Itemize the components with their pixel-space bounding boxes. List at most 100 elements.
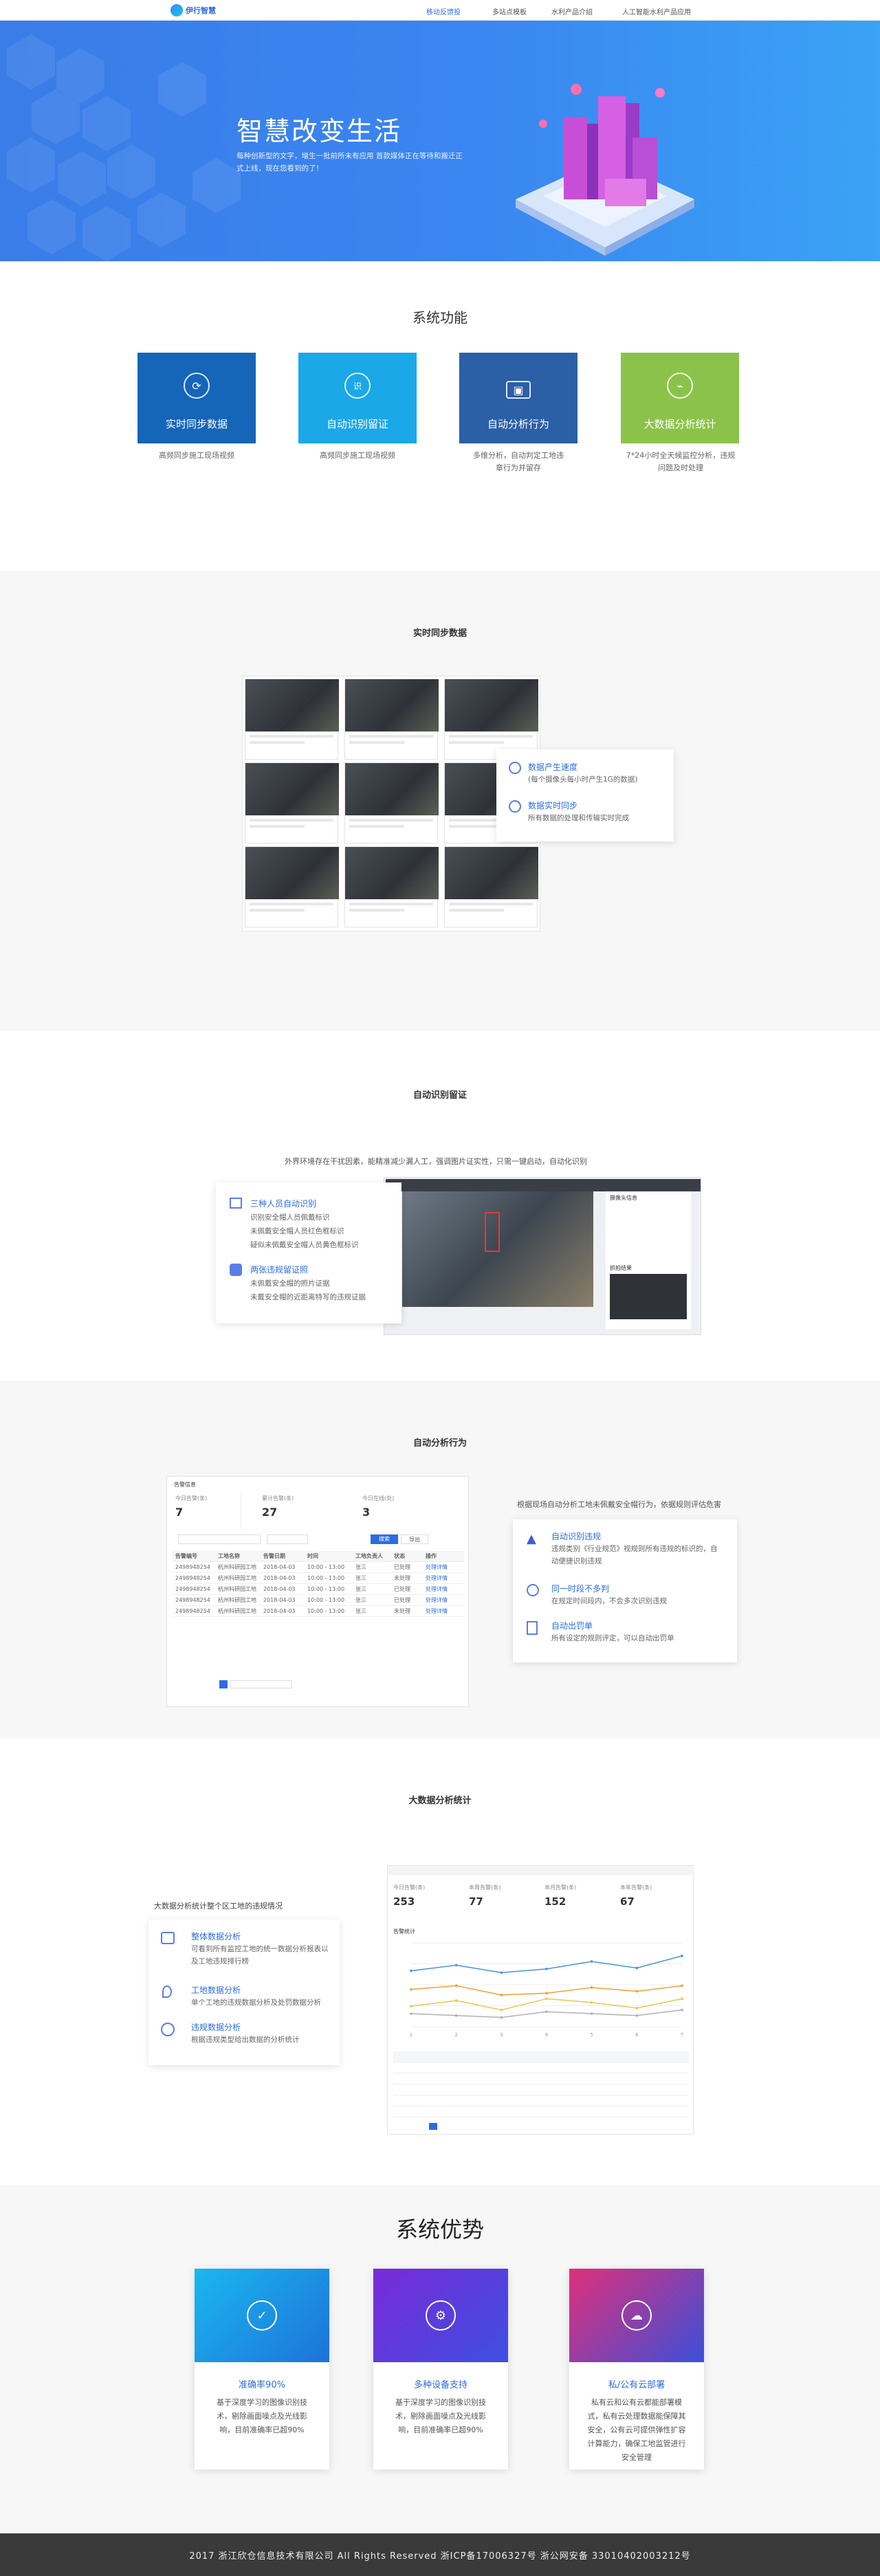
stat-value: 3: [362, 1506, 371, 1519]
feature-card-recognize[interactable]: 识 自动识别留证: [298, 353, 417, 443]
nav-item-1[interactable]: 移动反馈投: [426, 6, 461, 16]
cell: 张三: [355, 1608, 366, 1614]
export-button[interactable]: 导出: [401, 1534, 428, 1544]
stat-label: 本周告警(条): [469, 1884, 501, 1891]
hero-title: 智慧改变生活: [236, 116, 402, 146]
camera-tile[interactable]: [344, 679, 439, 760]
camera-tile[interactable]: [245, 679, 339, 760]
advantage-card-accuracy: ✓ 准确率90% 基于深度学习的图像识别技术，剔除画面噪点及光线影响，目前准确率…: [195, 2269, 329, 2469]
logo-text: 伊行智慧: [186, 6, 216, 15]
cell: 杭州科研园工地: [218, 1575, 256, 1581]
cell: 2018-04-03: [263, 1608, 296, 1614]
column-header: 时间: [307, 1553, 318, 1559]
pagination-current[interactable]: [219, 1680, 228, 1688]
filter-input[interactable]: [178, 1534, 261, 1544]
camera-view: [402, 1191, 593, 1307]
footer: 2017 浙江欣仓信息技术有限公司 All Rights Reserved 浙I…: [0, 2533, 880, 2576]
check-circle-icon: ✓: [247, 2300, 277, 2331]
x-tick-label: 6: [635, 2032, 639, 2038]
x-tick-label: 4: [545, 2032, 549, 2038]
advantage-card-devices: ⚙ 多种设备支持 基于深度学习的图像识别技术，剔除画面噪点及光线影响，目前准确率…: [373, 2269, 508, 2469]
nav-item-4[interactable]: 人工智能水利产品应用: [622, 6, 691, 16]
detail-link[interactable]: 处理详情: [426, 1596, 464, 1604]
stat-label: 今日在线(处): [362, 1495, 395, 1501]
pagination-current[interactable]: [429, 2123, 437, 2130]
monitor-icon: ▣: [506, 381, 531, 399]
cell: 已处理: [394, 1597, 410, 1603]
point-text: 所有设定的规则评定，可以自动出罚单: [551, 1634, 674, 1642]
feature-label: 实时同步数据: [165, 418, 228, 430]
logo-icon: [170, 4, 183, 16]
cell: 2498948254: [175, 1575, 210, 1581]
recog-intro: 外界环境存在干扰因素，能精准减少漏人工，强调图片证实性，只需一键启动，自动化识别: [285, 1157, 587, 1166]
cell: 张三: [355, 1586, 366, 1592]
data-point: [500, 1971, 503, 1974]
feature-card-bigdata[interactable]: ⌁ 大数据分析统计: [621, 353, 739, 443]
cell: 2498948254: [175, 1586, 210, 1592]
cell: 10:00 - 13:00: [307, 1597, 345, 1603]
date-input[interactable]: [267, 1534, 308, 1544]
cell: 2018-04-03: [263, 1575, 296, 1581]
feature-label: 自动分析行为: [487, 418, 549, 430]
detail-link[interactable]: 处理详情: [426, 1574, 464, 1582]
hero-subtitle: 每种创新型的文字，增生一批前所未有应用 首款媒体正在等待和搬迁正式上线，现在您看…: [236, 152, 463, 173]
data-point: [500, 1994, 503, 1996]
camera-tile[interactable]: [344, 762, 439, 844]
point-text: 可看到所有监控工地的统一数据分析报表以及工地违规排行榜: [191, 1945, 329, 1966]
cell: 2018-04-03: [263, 1586, 296, 1592]
data-point: [454, 1999, 458, 2002]
features-title: 系统功能: [412, 309, 468, 326]
camera-tile[interactable]: [444, 679, 538, 760]
search-button[interactable]: 搜索: [371, 1534, 398, 1544]
cell: 2018-04-03: [263, 1597, 296, 1603]
point-title: 同一时段不多判: [551, 1584, 610, 1594]
data-point: [545, 1992, 548, 1994]
cell: 2498948254: [175, 1608, 210, 1614]
stat-value: 27: [262, 1506, 278, 1519]
point-title: 整体数据分析: [191, 1932, 241, 1941]
stat-label: 本月告警(条): [544, 1884, 577, 1891]
camera-tile[interactable]: [344, 846, 439, 927]
point-title: 工地数据分析: [191, 1985, 241, 1995]
camera-grid-panel: [242, 676, 540, 932]
logo[interactable]: 伊行智慧: [170, 4, 226, 16]
cell: 10:00 - 13:00: [307, 1608, 345, 1614]
table-row: 2498948254 杭州科研园工地 2018-04-03 10:00 - 13:00…: [173, 1562, 464, 1573]
smart-city-illustration: [516, 84, 694, 256]
stat-value: 67: [620, 1895, 635, 1908]
camera-tile[interactable]: [245, 762, 339, 844]
table-title: 告警信息: [174, 1482, 196, 1488]
feature-card-sync[interactable]: ⟳ 实时同步数据: [138, 353, 256, 443]
cell: 2498948254: [175, 1597, 210, 1603]
camera-tile[interactable]: [245, 846, 339, 927]
nav-item-2[interactable]: 多站点模板: [492, 6, 527, 16]
data-point: [410, 1969, 412, 1972]
table-header: 告警编号 工地名称 告警日期 时间 工地负责人 状态 操作: [173, 1551, 464, 1562]
feature-label: 大数据分析统计: [644, 418, 716, 430]
detail-link[interactable]: 处理详情: [426, 1585, 464, 1593]
nav-item-3[interactable]: 水利产品介绍: [551, 6, 593, 16]
data-point: [681, 2008, 683, 2012]
pagination[interactable]: [230, 1680, 292, 1688]
footer-text: 2017 浙江欣仓信息技术有限公司 All Rights Reserved 浙I…: [189, 2551, 691, 2562]
data-point: [500, 2008, 503, 2012]
detail-link[interactable]: 处理详情: [426, 1607, 464, 1615]
table-row: 2498948254 杭州科研园工地 2018-04-03 10:00 - 13:00…: [173, 1584, 464, 1595]
advantage-desc: 基于深度学习的图像识别技术，剔除画面噪点及光线影响，目前准确率已超90%: [217, 2398, 307, 2434]
advantage-name: 准确率90%: [239, 2380, 285, 2390]
data-point: [635, 2007, 639, 2010]
point-text: 在规定时间段内，不会多次识别违规: [551, 1597, 667, 1605]
camera-tile[interactable]: [444, 846, 538, 927]
data-point: [454, 1984, 458, 1988]
cell: 已处理: [394, 1586, 410, 1592]
feature-card-analyze[interactable]: ▣ 自动分析行为: [459, 353, 578, 443]
point-title: 数据实时同步: [528, 801, 578, 811]
cell: 杭州科研园工地: [218, 1564, 256, 1570]
table-row: 2498948254 杭州科研园工地 2018-04-03 10:00 - 13:00…: [173, 1573, 464, 1584]
data-point: [410, 2005, 412, 2007]
detail-link[interactable]: 处理详情: [426, 1563, 464, 1571]
analyze-intro: 根据现场自动分析工地未佩戴安全帽行为，依据规则评估危害: [517, 1500, 721, 1509]
clock-icon: [527, 1584, 539, 1596]
sync-icon: ⟳: [184, 373, 210, 399]
cell: 杭州科研园工地: [218, 1586, 256, 1592]
